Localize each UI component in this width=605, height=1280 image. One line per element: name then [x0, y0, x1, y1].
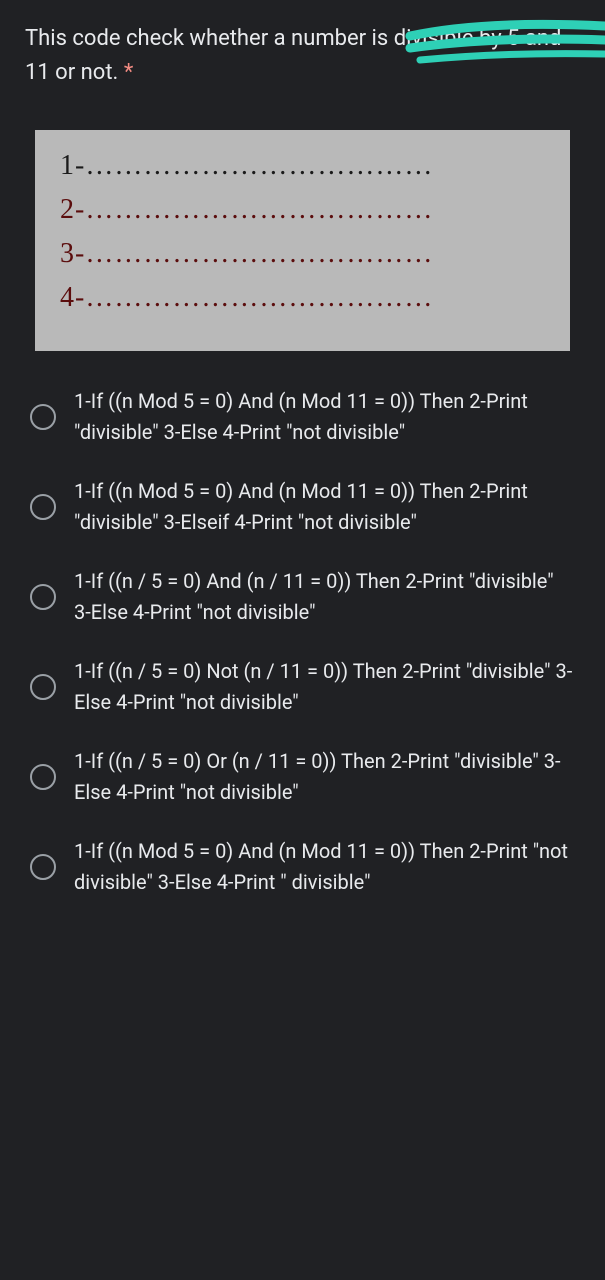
- blank-line-2: 2-………………………………: [60, 194, 545, 226]
- option-label: 1-If ((n Mod 5 = 0) And (n Mod 11 = 0)) …: [74, 836, 575, 898]
- option-label: 1-If ((n Mod 5 = 0) And (n Mod 11 = 0)) …: [74, 386, 575, 448]
- option-label: 1-If ((n / 5 = 0) And (n / 11 = 0)) Then…: [74, 566, 575, 628]
- radio-icon: [30, 764, 56, 790]
- option-6[interactable]: 1-If ((n Mod 5 = 0) And (n Mod 11 = 0)) …: [30, 836, 575, 898]
- question-text: This code check whether a number is divi…: [25, 22, 580, 90]
- option-label: 1-If ((n / 5 = 0) Or (n / 11 = 0)) Then …: [74, 746, 575, 808]
- option-4[interactable]: 1-If ((n / 5 = 0) Not (n / 11 = 0)) Then…: [30, 656, 575, 718]
- radio-icon: [30, 674, 56, 700]
- blank-line-4: 4-………………………………: [60, 282, 545, 314]
- option-3[interactable]: 1-If ((n / 5 = 0) And (n / 11 = 0)) Then…: [30, 566, 575, 628]
- blank-line-3: 3-………………………………: [60, 238, 545, 270]
- radio-icon: [30, 404, 56, 430]
- radio-icon: [30, 854, 56, 880]
- radio-icon: [30, 494, 56, 520]
- radio-icon: [30, 584, 56, 610]
- option-5[interactable]: 1-If ((n / 5 = 0) Or (n / 11 = 0)) Then …: [30, 746, 575, 808]
- options-group: 1-If ((n Mod 5 = 0) And (n Mod 11 = 0)) …: [25, 386, 580, 898]
- option-2[interactable]: 1-If ((n Mod 5 = 0) And (n Mod 11 = 0)) …: [30, 476, 575, 538]
- question-body: This code check whether a number is divi…: [25, 26, 561, 85]
- option-label: 1-If ((n / 5 = 0) Not (n / 11 = 0)) Then…: [74, 656, 575, 718]
- required-marker: *: [124, 60, 133, 85]
- code-blank-image: 1-……………………………… 2-……………………………… 3-………………………: [35, 130, 570, 351]
- blank-line-1: 1-………………………………: [60, 150, 545, 182]
- option-1[interactable]: 1-If ((n Mod 5 = 0) And (n Mod 11 = 0)) …: [30, 386, 575, 448]
- option-label: 1-If ((n Mod 5 = 0) And (n Mod 11 = 0)) …: [74, 476, 575, 538]
